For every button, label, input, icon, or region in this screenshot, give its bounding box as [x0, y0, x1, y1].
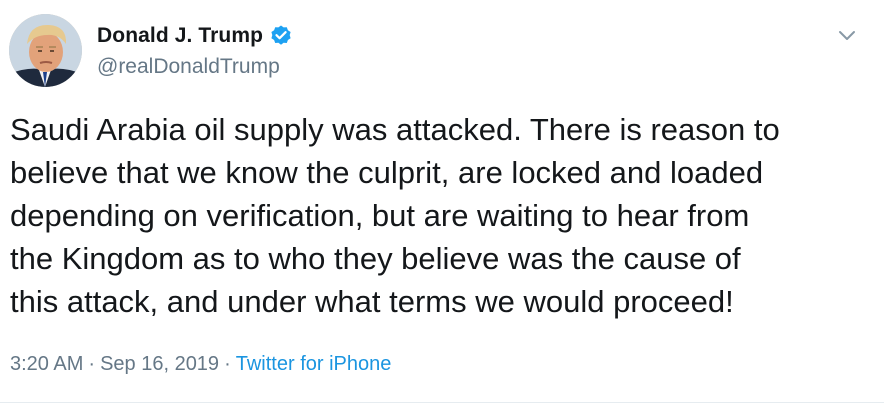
tweet-meta: 3:20 AM · Sep 16, 2019 · Twitter for iPhone: [10, 353, 391, 376]
divider: [0, 402, 884, 403]
tweet-time[interactable]: 3:20 AM: [10, 353, 83, 375]
verified-badge-icon: [269, 24, 293, 48]
tweet-text: Saudi Arabia oil supply was attacked. Th…: [10, 112, 780, 319]
author-handle[interactable]: @realDonaldTrump: [97, 55, 280, 79]
author-name-row[interactable]: Donald J. Trump: [97, 24, 293, 48]
avatar-portrait: [9, 14, 82, 87]
tweet-source-link[interactable]: Twitter for iPhone: [236, 353, 392, 375]
chevron-down-icon[interactable]: [836, 24, 858, 46]
avatar[interactable]: [9, 14, 82, 87]
meta-separator: ·: [224, 353, 231, 375]
tweet-date[interactable]: Sep 16, 2019: [100, 353, 219, 375]
meta-separator: ·: [88, 353, 96, 375]
display-name[interactable]: Donald J. Trump: [97, 24, 263, 48]
tweet-card: Donald J. Trump @realDonaldTrump Saudi A…: [0, 0, 884, 406]
